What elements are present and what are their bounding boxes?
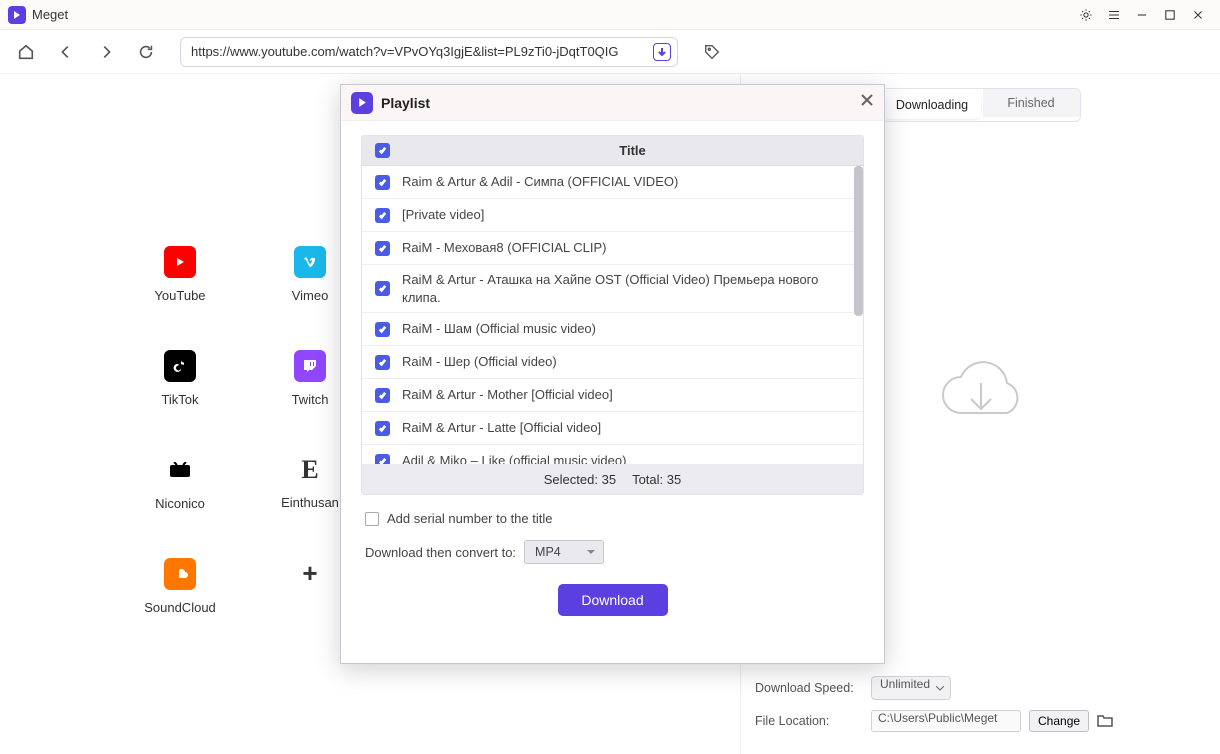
modal-logo-icon bbox=[351, 92, 373, 114]
row-title: Adil & Miko – Like (official music video… bbox=[402, 446, 863, 464]
modal-title: Playlist bbox=[381, 95, 430, 111]
row-checkbox[interactable] bbox=[375, 322, 390, 337]
download-settings: Download Speed: Unlimited File Location:… bbox=[741, 664, 1220, 754]
serial-checkbox[interactable] bbox=[365, 512, 379, 526]
title-bar: Meget bbox=[0, 0, 1220, 30]
table-body[interactable]: Raim & Artur & Adil - Симпа (OFFICIAL VI… bbox=[362, 166, 863, 464]
maximize-icon[interactable] bbox=[1156, 0, 1184, 30]
forward-icon[interactable] bbox=[90, 36, 122, 68]
youtube-icon bbox=[164, 246, 196, 278]
tab-downloading[interactable]: Downloading bbox=[884, 91, 981, 119]
row-checkbox[interactable] bbox=[375, 208, 390, 223]
row-title: RaiM & Artur - Latte [Official video] bbox=[402, 413, 863, 443]
tab-finished[interactable]: Finished bbox=[983, 89, 1080, 117]
location-label: File Location: bbox=[755, 714, 863, 728]
cloud-download-icon bbox=[931, 353, 1031, 433]
table-row[interactable]: RaiM & Artur - Аташка на Хайпе OST (Offi… bbox=[362, 265, 863, 313]
tiktok-icon bbox=[164, 350, 196, 382]
toolbar: https://www.youtube.com/watch?v=VPvOYq3I… bbox=[0, 30, 1220, 74]
menu-icon[interactable] bbox=[1100, 0, 1128, 30]
convert-label: Download then convert to: bbox=[365, 545, 516, 560]
niconico-icon bbox=[164, 454, 196, 486]
table-row[interactable]: RaiM - Меховая8 (OFFICIAL CLIP) bbox=[362, 232, 863, 265]
home-icon[interactable] bbox=[10, 36, 42, 68]
row-title: RaiM & Artur - Аташка на Хайпе OST (Offi… bbox=[402, 265, 863, 312]
site-grid: YouTube Vimeo TikTok Twitch Niconico EEi… bbox=[120, 224, 370, 636]
modal-header: Playlist bbox=[341, 85, 884, 121]
plus-icon: + bbox=[302, 558, 317, 589]
row-checkbox[interactable] bbox=[375, 281, 390, 296]
row-checkbox[interactable] bbox=[375, 241, 390, 256]
download-url-icon[interactable] bbox=[653, 43, 671, 61]
speed-dropdown[interactable]: Unlimited bbox=[871, 676, 951, 700]
table-row[interactable]: RaiM - Шам (Official music video) bbox=[362, 313, 863, 346]
speed-label: Download Speed: bbox=[755, 681, 863, 695]
site-soundcloud[interactable]: SoundCloud bbox=[120, 536, 240, 636]
open-folder-icon[interactable] bbox=[1097, 713, 1113, 730]
app-name: Meget bbox=[32, 7, 68, 22]
back-icon[interactable] bbox=[50, 36, 82, 68]
einthusan-icon: E bbox=[301, 455, 318, 485]
row-title: Raim & Artur & Adil - Симпа (OFFICIAL VI… bbox=[402, 167, 863, 197]
url-input[interactable]: https://www.youtube.com/watch?v=VPvOYq3I… bbox=[191, 44, 653, 59]
site-tiktok[interactable]: TikTok bbox=[120, 328, 240, 428]
row-checkbox[interactable] bbox=[375, 421, 390, 436]
site-youtube[interactable]: YouTube bbox=[120, 224, 240, 324]
row-title: RaiM - Меховая8 (OFFICIAL CLIP) bbox=[402, 233, 863, 263]
change-location-button[interactable]: Change bbox=[1029, 710, 1089, 732]
row-checkbox[interactable] bbox=[375, 175, 390, 190]
table-footer: Selected: 35 Total: 35 bbox=[362, 464, 863, 494]
tag-icon[interactable] bbox=[696, 36, 728, 68]
playlist-table: Title Raim & Artur & Adil - Симпа (OFFIC… bbox=[361, 135, 864, 495]
select-all-checkbox[interactable] bbox=[375, 143, 390, 158]
reload-icon[interactable] bbox=[130, 36, 162, 68]
soundcloud-icon bbox=[164, 558, 196, 590]
row-checkbox[interactable] bbox=[375, 355, 390, 370]
table-row[interactable]: [Private video] bbox=[362, 199, 863, 232]
url-bar[interactable]: https://www.youtube.com/watch?v=VPvOYq3I… bbox=[180, 37, 678, 67]
title-header: Title bbox=[402, 143, 863, 158]
table-row[interactable]: RaiM & Artur - Mother [Official video] bbox=[362, 379, 863, 412]
serial-label: Add serial number to the title bbox=[387, 511, 552, 526]
format-dropdown[interactable]: MP4 bbox=[524, 540, 604, 564]
download-button[interactable]: Download bbox=[558, 584, 668, 616]
modal-close-icon[interactable] bbox=[860, 93, 874, 112]
table-row[interactable]: Raim & Artur & Adil - Симпа (OFFICIAL VI… bbox=[362, 166, 863, 199]
site-niconico[interactable]: Niconico bbox=[120, 432, 240, 532]
twitch-icon bbox=[294, 350, 326, 382]
download-tabs: Downloading Finished bbox=[881, 88, 1081, 122]
app-logo-icon bbox=[8, 6, 26, 24]
vimeo-icon bbox=[294, 246, 326, 278]
close-icon[interactable] bbox=[1184, 0, 1212, 30]
playlist-modal: Playlist Title Raim & Artur & Adil - Сим… bbox=[340, 84, 885, 664]
row-title: RaiM - Шер (Official video) bbox=[402, 347, 863, 377]
row-title: RaiM & Artur - Mother [Official video] bbox=[402, 380, 863, 410]
table-row[interactable]: Adil & Miko – Like (official music video… bbox=[362, 445, 863, 464]
table-header: Title bbox=[362, 136, 863, 166]
row-checkbox[interactable] bbox=[375, 388, 390, 403]
settings-icon[interactable] bbox=[1072, 0, 1100, 30]
row-title: RaiM - Шам (Official music video) bbox=[402, 314, 863, 344]
row-title: [Private video] bbox=[402, 200, 863, 230]
table-row[interactable]: RaiM & Artur - Latte [Official video] bbox=[362, 412, 863, 445]
table-row[interactable]: RaiM - Шер (Official video) bbox=[362, 346, 863, 379]
minimize-icon[interactable] bbox=[1128, 0, 1156, 30]
location-path: C:\Users\Public\Meget bbox=[871, 710, 1021, 732]
row-checkbox[interactable] bbox=[375, 454, 390, 464]
